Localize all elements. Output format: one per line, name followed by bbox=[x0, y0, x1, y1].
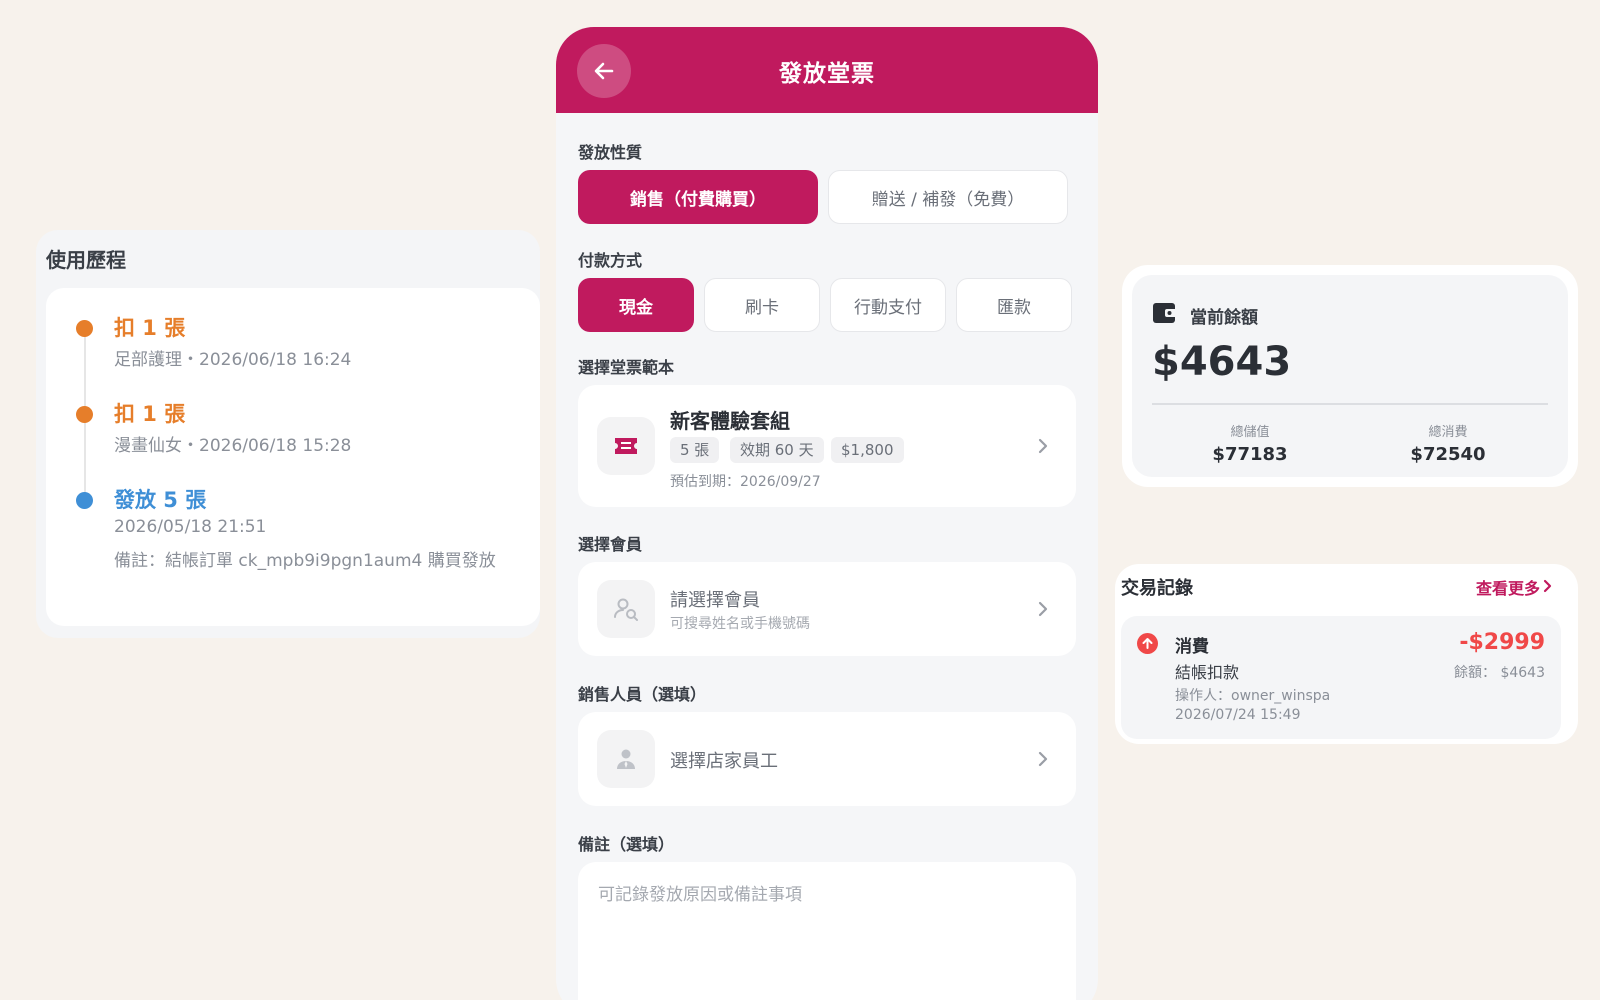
payment-cash-option[interactable]: 現金 bbox=[578, 278, 694, 332]
template-name: 新客體驗套組 bbox=[670, 409, 790, 433]
transactions-title: 交易記錄 bbox=[1121, 578, 1193, 599]
transaction-amount: -$2999 bbox=[1459, 630, 1545, 655]
usage-history-title: 使用歷程 bbox=[46, 248, 126, 272]
issue-type-gift-option[interactable]: 贈送 / 補發（免費） bbox=[828, 170, 1068, 224]
payment-method-label: 付款方式 bbox=[578, 251, 643, 270]
template-chip-price: $1,800 bbox=[831, 437, 904, 463]
staff-label: 銷售人員（選填） bbox=[578, 685, 707, 704]
arrow-up-icon bbox=[1137, 633, 1158, 654]
history-headline: 扣 1 張 bbox=[114, 316, 186, 340]
transaction-balance-after: 餘額： $4643 bbox=[1454, 665, 1545, 681]
page-title: 發放堂票 bbox=[779, 61, 875, 87]
total-spend-label: 總消費 bbox=[1428, 425, 1468, 440]
total-spend-stat: 總消費 $72540 bbox=[1358, 421, 1538, 465]
chevron-right-icon bbox=[1038, 751, 1048, 767]
chevron-right-icon[interactable] bbox=[1542, 579, 1552, 593]
notes-label: 備註（選填） bbox=[578, 835, 675, 854]
history-headline: 扣 1 張 bbox=[114, 402, 186, 426]
history-detail: 2026/05/18 21:51 bbox=[114, 517, 267, 537]
history-headline: 發放 5 張 bbox=[114, 488, 207, 512]
balance-title: 當前餘額 bbox=[1190, 308, 1258, 328]
staff-placeholder: 選擇店家員工 bbox=[670, 751, 778, 772]
balance-card-inner: 當前餘額 $4643 總儲值 $77183 總消費 $72540 bbox=[1132, 275, 1568, 477]
transaction-time: 2026/07/24 15:49 bbox=[1175, 707, 1301, 723]
total-topup-label: 總儲值 bbox=[1230, 425, 1270, 440]
notes-placeholder: 可記錄發放原因或備註事項 bbox=[598, 885, 802, 905]
member-placeholder: 請選擇會員 bbox=[670, 590, 760, 611]
member-label: 選擇會員 bbox=[578, 535, 643, 554]
member-selector[interactable]: 請選擇會員 可搜尋姓名或手機號碼 bbox=[578, 562, 1076, 656]
balance-divider bbox=[1152, 403, 1548, 405]
history-detail: 漫畫仙女・2026/06/18 15:28 bbox=[114, 436, 352, 456]
template-label: 選擇堂票範本 bbox=[578, 358, 675, 377]
ticket-icon bbox=[597, 417, 655, 475]
transaction-type: 消費 bbox=[1175, 637, 1209, 657]
template-chip-validity: 效期 60 天 bbox=[730, 437, 824, 463]
chevron-right-icon bbox=[1038, 438, 1048, 454]
timeline-dot bbox=[76, 492, 93, 509]
history-note: 備註：結帳訂單 ck_mpb9i9pgn1aum4 購買發放 bbox=[114, 551, 496, 571]
issue-type-label: 發放性質 bbox=[578, 143, 643, 162]
issue-type-sale-option[interactable]: 銷售（付費購買） bbox=[578, 170, 818, 224]
app-header: 發放堂票 bbox=[556, 27, 1098, 113]
template-expiry: 預估到期：2026/09/27 bbox=[670, 474, 821, 490]
total-topup-stat: 總儲值 $77183 bbox=[1160, 421, 1340, 465]
timeline-dot bbox=[76, 320, 93, 337]
payment-card-option[interactable]: 刷卡 bbox=[704, 278, 820, 332]
timeline-dot bbox=[76, 406, 93, 423]
balance-amount: $4643 bbox=[1152, 339, 1292, 385]
payment-mobile-option[interactable]: 行動支付 bbox=[830, 278, 946, 332]
transaction-description: 結帳扣款 bbox=[1175, 663, 1240, 682]
user-search-icon bbox=[597, 580, 655, 638]
notes-textarea[interactable]: 可記錄發放原因或備註事項 bbox=[578, 862, 1076, 1000]
transactions-card: 交易記錄 查看更多 消費 結帳扣款 操作人：owner_winspa 2026/… bbox=[1115, 564, 1578, 744]
transaction-row[interactable]: 消費 結帳扣款 操作人：owner_winspa 2026/07/24 15:4… bbox=[1121, 616, 1561, 739]
chevron-right-icon bbox=[1038, 601, 1048, 617]
usage-history-card: 使用歷程 扣 1 張 足部護理・2026/06/18 16:24 扣 1 張 漫… bbox=[36, 230, 540, 638]
total-spend-value: $72540 bbox=[1410, 444, 1486, 465]
template-chip-count: 5 張 bbox=[670, 437, 720, 463]
payment-transfer-option[interactable]: 匯款 bbox=[956, 278, 1072, 332]
template-selector[interactable]: 新客體驗套組 5 張 效期 60 天 $1,800 預估到期：2026/09/2… bbox=[578, 385, 1076, 507]
transaction-operator: 操作人：owner_winspa bbox=[1175, 688, 1331, 704]
staff-selector[interactable]: 選擇店家員工 bbox=[578, 712, 1076, 806]
view-more-link[interactable]: 查看更多 bbox=[1476, 575, 1540, 599]
usage-history-list: 扣 1 張 足部護理・2026/06/18 16:24 扣 1 張 漫畫仙女・2… bbox=[46, 288, 540, 626]
history-detail: 足部護理・2026/06/18 16:24 bbox=[114, 350, 352, 370]
total-topup-value: $77183 bbox=[1212, 444, 1288, 465]
issue-ticket-screen: 發放堂票 發放性質 銷售（付費購買） 贈送 / 補發（免費） 付款方式 現金 刷… bbox=[556, 27, 1098, 1000]
balance-card: 當前餘額 $4643 總儲值 $77183 總消費 $72540 bbox=[1122, 265, 1578, 487]
staff-icon bbox=[597, 730, 655, 788]
member-hint: 可搜尋姓名或手機號碼 bbox=[670, 616, 810, 632]
wallet-icon bbox=[1153, 303, 1177, 323]
